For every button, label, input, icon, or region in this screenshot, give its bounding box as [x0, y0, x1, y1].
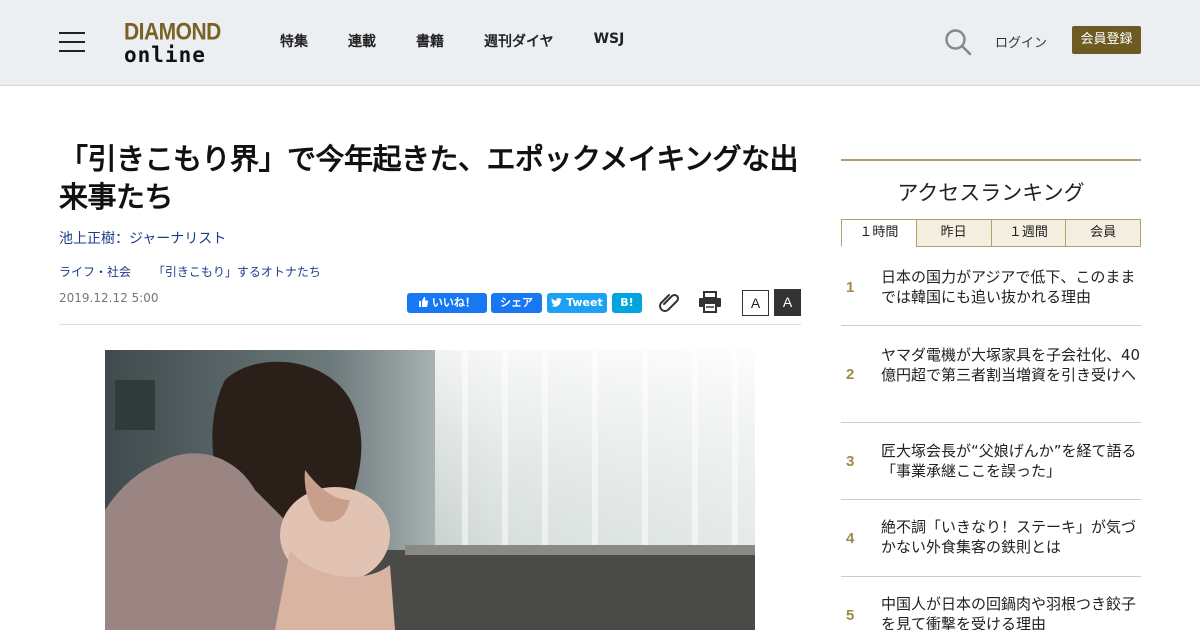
- clip-icon[interactable]: [658, 291, 682, 313]
- rank-number: 3: [846, 453, 855, 470]
- rank-headline: 絶不調「いきなり！ステーキ」が気づかない外食集客の鉄則とは: [881, 518, 1137, 556]
- rank-number: 4: [846, 530, 855, 547]
- thumbs-up-icon: [419, 297, 429, 307]
- nav-item-features[interactable]: 特集: [280, 31, 308, 51]
- twitter-bird-icon: [551, 298, 563, 307]
- tag-series[interactable]: 「引きこもり」するオトナたち: [153, 265, 321, 279]
- site-header: DIAMOND online 特集 連載 書籍 週刊ダイヤ WSJ ログイン 会…: [0, 0, 1200, 86]
- ranking-list: 1 日本の国力がアジアで低下、このままでは韓国にも追い抜かれる理由 2 ヤマダ電…: [841, 252, 1141, 630]
- tab-yesterday[interactable]: 昨日: [915, 219, 992, 247]
- rank-headline: 匠大塚会長が“父娘げんか”を経て語る「事業承継ここを誤った」: [881, 442, 1137, 480]
- ranking-tabs: １時間 昨日 １週間 会員: [841, 219, 1141, 247]
- rank-headline: 日本の国力がアジアで低下、このままでは韓国にも追い抜かれる理由: [881, 268, 1136, 306]
- rank-number: 5: [846, 607, 855, 624]
- article-title: 「引きこもり界」で今年起きた、エポックメイキングな出来事たち: [59, 142, 798, 214]
- rank-number: 2: [846, 366, 855, 383]
- site-logo[interactable]: DIAMOND online: [124, 20, 226, 66]
- article-date: 2019.12.12 5:00: [59, 291, 159, 305]
- search-icon[interactable]: [944, 28, 972, 56]
- nav-item-weekly-diamond[interactable]: 週刊ダイヤ: [484, 31, 554, 51]
- rank-headline: ヤマダ電機が大塚家具を子会社化、40億円超で第三者割当増資を引き受けへ: [881, 346, 1141, 384]
- divider: [59, 324, 801, 325]
- nav-item-wsj[interactable]: WSJ: [594, 31, 625, 51]
- nav-item-series[interactable]: 連載: [348, 31, 376, 51]
- facebook-share-button[interactable]: シェア: [491, 293, 542, 313]
- font-size-small-button[interactable]: A: [742, 290, 769, 316]
- main-nav: 特集 連載 書籍 週刊ダイヤ WSJ: [280, 31, 664, 51]
- ranking-item[interactable]: 5 中国人が日本の回鍋肉や羽根つき餃子を見て衝撃を受ける理由: [841, 577, 1141, 630]
- rank-number: 1: [846, 279, 855, 296]
- ranking-item[interactable]: 1 日本の国力がアジアで低下、このままでは韓国にも追い抜かれる理由: [841, 252, 1141, 326]
- article-tags: ライフ・社会 「引きこもり」するオトナたち: [59, 263, 339, 280]
- print-icon[interactable]: [698, 291, 722, 313]
- ranking-item[interactable]: 2 ヤマダ電機が大塚家具を子会社化、40億円超で第三者割当増資を引き受けへ: [841, 326, 1141, 423]
- facebook-like-button[interactable]: いいね！: [407, 293, 487, 313]
- hatena-bookmark-button[interactable]: B!: [612, 293, 642, 313]
- tab-1-week[interactable]: １週間: [990, 219, 1067, 247]
- login-link[interactable]: ログイン: [995, 32, 1047, 51]
- rank-headline: 中国人が日本の回鍋肉や羽根つき餃子を見て衝撃を受ける理由: [881, 595, 1137, 630]
- article-author[interactable]: 池上正樹：ジャーナリスト: [59, 228, 226, 248]
- sidebar-rule: [841, 159, 1141, 161]
- tab-1-hour[interactable]: １時間: [841, 219, 917, 247]
- font-size-large-button[interactable]: A: [774, 289, 801, 316]
- article-hero-image: [105, 350, 755, 630]
- tweet-label: Tweet: [566, 296, 603, 309]
- menu-icon[interactable]: [59, 32, 85, 52]
- register-button[interactable]: 会員登録: [1072, 26, 1141, 54]
- ranking-item[interactable]: 3 匠大塚会長が“父娘げんか”を経て語る「事業承継ここを誤った」: [841, 423, 1141, 500]
- ranking-item[interactable]: 4 絶不調「いきなり！ステーキ」が気づかない外食集客の鉄則とは: [841, 500, 1141, 577]
- ranking-title: アクセスランキング: [897, 181, 1085, 205]
- logo-bottom-text: online: [124, 43, 206, 67]
- nav-item-books[interactable]: 書籍: [416, 31, 444, 51]
- logo-top-text: DIAMOND: [124, 18, 221, 46]
- tweet-button[interactable]: Tweet: [547, 293, 607, 313]
- tab-members[interactable]: 会員: [1065, 219, 1141, 247]
- like-label: いいね！: [431, 296, 476, 309]
- tag-category[interactable]: ライフ・社会: [59, 265, 131, 279]
